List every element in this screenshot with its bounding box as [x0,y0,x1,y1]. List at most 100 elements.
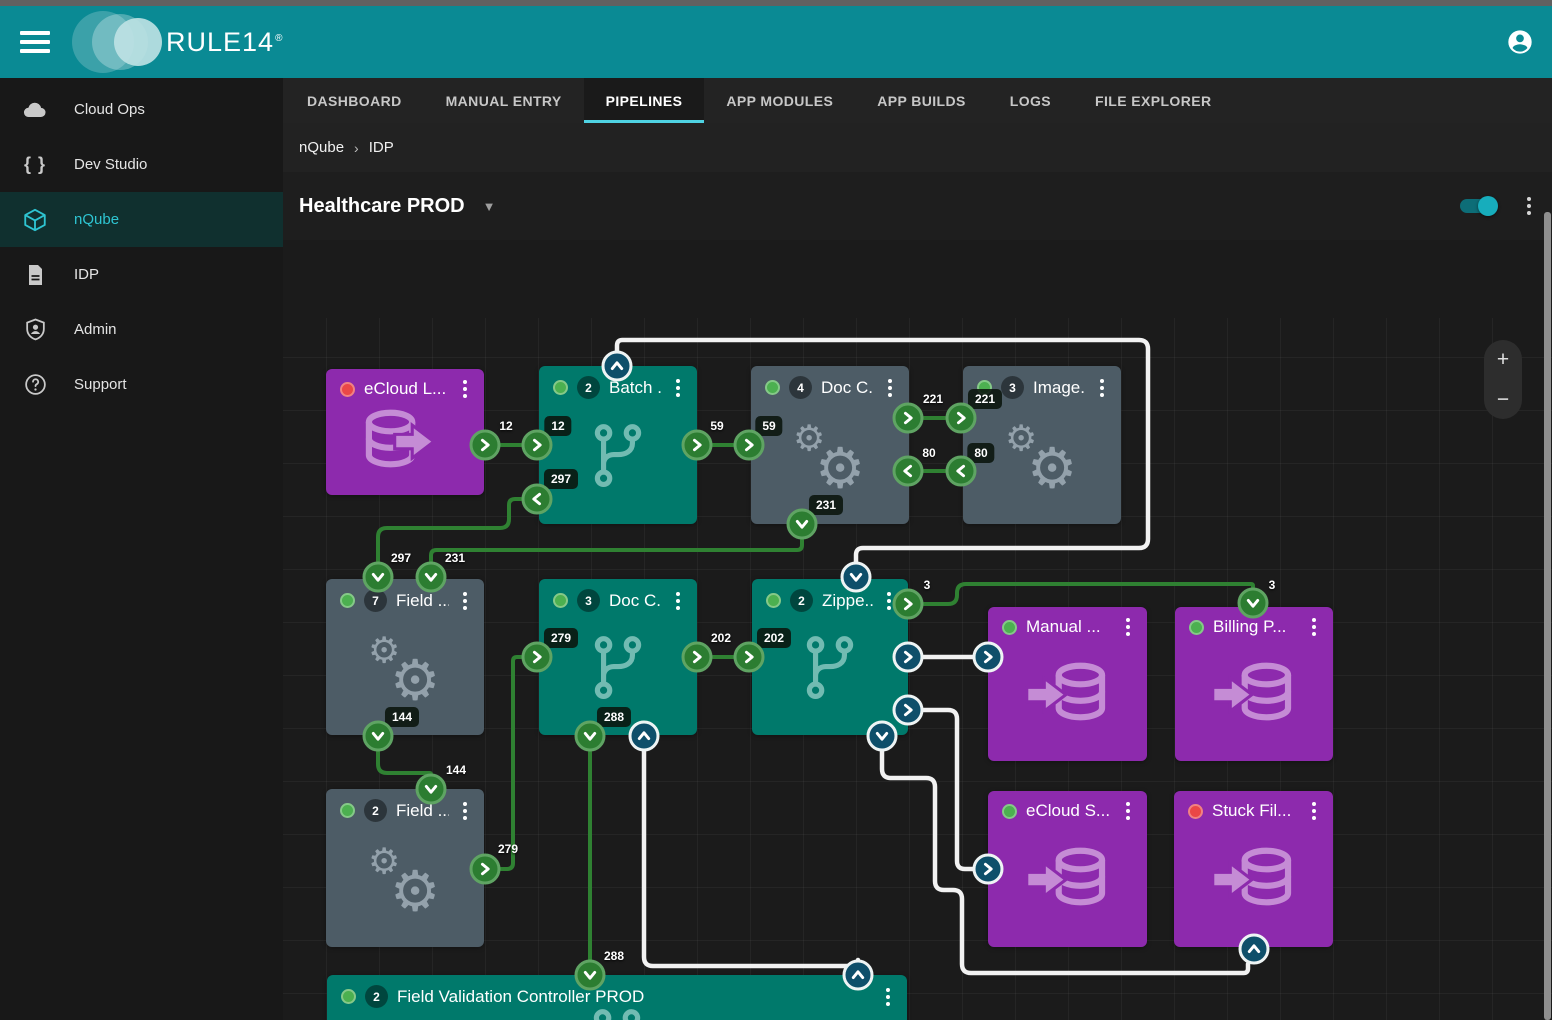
connector-green-chevron-right-icon[interactable] [470,430,501,461]
pipeline-canvas[interactable]: + − + eCloud L...2Batch ...4Doc C...⚙⚙3I… [283,318,1552,1020]
db-import-icon [1024,662,1112,733]
menu-icon[interactable] [20,31,50,53]
tab-file-explorer[interactable]: FILE EXPLORER [1073,78,1233,123]
node-ecloud-s[interactable]: eCloud S... [988,791,1147,947]
sidebar-item-label: Dev Studio [74,156,147,173]
node-kebab-menu-icon[interactable] [458,380,472,398]
node-kebab-menu-icon[interactable] [671,379,685,397]
connector-blue-chevron-right-icon[interactable] [973,854,1004,885]
node-count-badge: 3 [1001,376,1024,399]
node-title: eCloud L... [364,379,449,399]
edge-count-label: 279 [544,628,578,648]
tab-app-modules[interactable]: APP MODULES [704,78,855,123]
sidebar-item-idp[interactable]: IDP [0,247,283,302]
edge-count-label: 288 [604,949,624,963]
connector-green-chevron-right-icon[interactable] [682,642,713,673]
connector-green-chevron-right-icon[interactable] [893,589,924,620]
node-batch[interactable]: 2Batch ... [539,366,697,524]
connector-blue-chevron-up-icon[interactable] [602,351,633,382]
node-kebab-menu-icon[interactable] [1121,802,1135,820]
connector-blue-chevron-up-icon[interactable] [1239,934,1270,965]
gears-icon: ⚙⚙ [987,420,1097,512]
connector-blue-chevron-down-icon[interactable] [841,562,872,593]
connector-green-chevron-right-icon[interactable] [522,642,553,673]
node-kebab-menu-icon[interactable] [881,988,895,1006]
chevron-right-icon: › [354,140,359,156]
sidebar-item-nqube[interactable]: nQube [0,192,283,247]
node-ecloud-l[interactable]: eCloud L... [326,369,484,495]
breadcrumb-nqube[interactable]: nQube [299,139,344,156]
connector-green-chevron-left-icon[interactable] [946,456,977,487]
node-kebab-menu-icon[interactable] [1095,379,1109,397]
kebab-menu-icon[interactable] [1522,197,1536,215]
tab-logs[interactable]: LOGS [988,78,1073,123]
node-header: 2Zippe... [752,579,908,612]
connector-green-chevron-right-icon[interactable] [682,430,713,461]
sidebar-item-cloud-ops[interactable]: Cloud Ops [0,82,283,137]
connector-green-chevron-down-icon[interactable] [787,509,818,540]
node-kebab-menu-icon[interactable] [1121,618,1135,636]
connector-green-chevron-right-icon[interactable] [893,403,924,434]
connector-green-chevron-down-icon[interactable] [416,562,447,593]
node-kebab-menu-icon[interactable] [458,592,472,610]
cube-icon [22,207,48,233]
sidebar-item-admin[interactable]: Admin [0,302,283,357]
node-kebab-menu-icon[interactable] [1307,802,1321,820]
connector-green-chevron-down-icon[interactable] [1238,588,1269,619]
node-kebab-menu-icon[interactable] [883,379,897,397]
connector-green-chevron-right-icon[interactable] [734,430,765,461]
connector-green-chevron-down-icon[interactable] [363,721,394,752]
node-header: 2Field Validation Controller PROD [327,975,907,1008]
node-header: eCloud L... [326,369,484,399]
connector-green-chevron-down-icon[interactable] [575,960,606,991]
node-manual[interactable]: Manual ... [988,607,1147,761]
connector-blue-chevron-right-icon[interactable] [973,642,1004,673]
connector-green-chevron-down-icon[interactable] [363,562,394,593]
connector-green-chevron-down-icon[interactable] [416,774,447,805]
connector-blue-chevron-down-icon[interactable] [867,721,898,752]
connector-green-chevron-left-icon[interactable] [893,456,924,487]
tab-app-builds[interactable]: APP BUILDS [855,78,988,123]
tab-dashboard[interactable]: DASHBOARD [285,78,424,123]
connector-green-chevron-down-icon[interactable] [575,721,606,752]
zoom-out-button[interactable]: − [1497,389,1509,410]
tab-manual-entry[interactable]: MANUAL ENTRY [424,78,584,123]
sidebar-item-support[interactable]: Support [0,357,283,412]
pipeline-enabled-toggle[interactable] [1460,199,1496,213]
connector-green-chevron-right-icon[interactable] [946,403,977,434]
connector-blue-chevron-up-icon[interactable] [843,960,874,991]
node-kebab-menu-icon[interactable] [1307,618,1321,636]
shield-person-icon [22,317,48,343]
tab-pipelines[interactable]: PIPELINES [584,78,705,123]
connector-green-chevron-right-icon[interactable] [522,430,553,461]
account-icon[interactable] [1506,28,1534,56]
node-zipped[interactable]: 2Zippe... [752,579,908,735]
node-stuck-files[interactable]: Stuck Fil... [1174,791,1333,947]
connector-blue-chevron-right-icon[interactable] [893,642,924,673]
edge-count-label: 3 [1269,578,1276,592]
registered-mark: ® [275,33,283,44]
status-dot-ok [553,380,568,395]
pipeline-edge-green [378,752,431,776]
node-title: Field ... [396,801,449,821]
zoom-in-button[interactable]: + [1497,349,1509,370]
node-field-2[interactable]: 2Field ...⚙⚙ [326,789,484,947]
breadcrumb-idp[interactable]: IDP [369,139,394,156]
node-title: Doc C... [609,591,662,611]
connector-green-chevron-left-icon[interactable] [522,484,553,515]
sidebar: Cloud Ops{ }Dev StudionQubeIDPAdminSuppo… [0,78,283,1020]
node-kebab-menu-icon[interactable] [671,592,685,610]
node-billing[interactable]: Billing P... [1175,607,1333,761]
node-field-validation-controller[interactable]: 2Field Validation Controller PROD [327,975,907,1020]
sidebar-item-dev-studio[interactable]: { }Dev Studio [0,137,283,192]
connector-blue-chevron-right-icon[interactable] [893,695,924,726]
vertical-scrollbar[interactable] [1544,212,1551,1020]
chevron-down-icon[interactable]: ▼ [483,199,496,214]
branch-icon [588,1008,646,1020]
node-kebab-menu-icon[interactable] [458,802,472,820]
connector-green-chevron-right-icon[interactable] [470,854,501,885]
main-area: DASHBOARDMANUAL ENTRYPIPELINESAPP MODULE… [283,78,1552,1020]
connector-blue-chevron-up-icon[interactable] [629,721,660,752]
connector-green-chevron-right-icon[interactable] [734,642,765,673]
status-dot-ok [340,593,355,608]
